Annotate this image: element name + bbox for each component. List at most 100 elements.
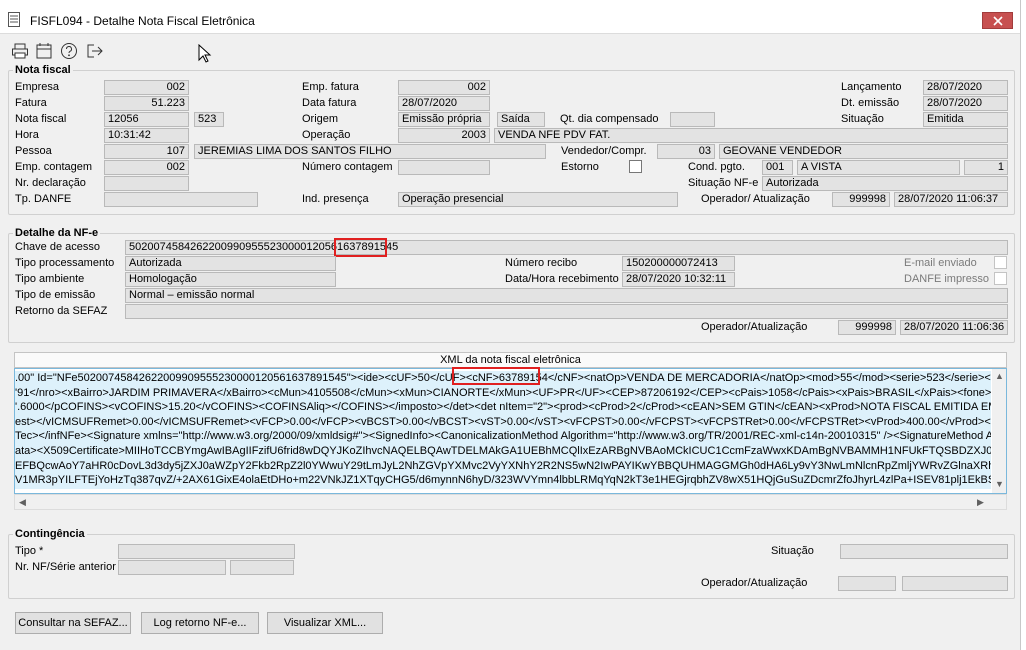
- hora-label: Hora: [15, 129, 39, 141]
- operacao-code-field[interactable]: 2003: [398, 128, 490, 143]
- numero-recibo-field[interactable]: 150200000072413: [622, 256, 735, 271]
- emp-fatura-field[interactable]: 002: [398, 80, 490, 95]
- vendedor-code-field[interactable]: 03: [657, 144, 715, 159]
- pessoa-code-field[interactable]: 107: [104, 144, 189, 159]
- exit-icon[interactable]: [86, 42, 104, 60]
- visualizar-xml-button[interactable]: Visualizar XML...: [267, 612, 383, 634]
- tp-danfe-field[interactable]: [104, 192, 258, 207]
- serie-anterior-field[interactable]: [230, 560, 294, 575]
- xml-line-1a: .00" Id="NFe5020074584262200990955523000…: [15, 372, 466, 384]
- serie-field[interactable]: 523: [194, 112, 224, 127]
- tipo-processamento-field[interactable]: Autorizada: [125, 256, 336, 271]
- chave-label: Chave de acesso: [15, 241, 100, 253]
- data-fatura-field[interactable]: 28/07/2020: [398, 96, 490, 111]
- contingencia-operador-label: Operador/Atualização: [701, 577, 808, 589]
- retorno-field[interactable]: [125, 304, 1008, 319]
- window-title: FISFL094 - Detalhe Nota Fiscal Eletrônic…: [30, 14, 255, 28]
- document-icon: [8, 12, 20, 27]
- origem-field[interactable]: Emissão própria: [398, 112, 490, 127]
- nr-nf-label: Nr. NF/Série anterior: [15, 561, 116, 573]
- emp-contagem-label: Emp. contagem: [15, 161, 93, 173]
- qt-dia-field[interactable]: [670, 112, 715, 127]
- pessoa-name-field[interactable]: JEREMIAS LIMA DOS SANTOS FILHO: [194, 144, 546, 159]
- chave-field[interactable]: 5020074584262200990955523000012056163789…: [125, 240, 1008, 255]
- tipo-field[interactable]: [118, 544, 295, 559]
- help-icon[interactable]: [60, 42, 78, 60]
- close-button[interactable]: [982, 12, 1013, 29]
- detalhe-atualizacao-field[interactable]: 28/07/2020 11:06:36: [900, 320, 1008, 335]
- detalhe-operador-field[interactable]: 999998: [838, 320, 896, 335]
- data-recebimento-field[interactable]: 28/07/2020 10:32:11: [622, 272, 735, 287]
- origem-label: Origem: [302, 113, 339, 125]
- cond-pgto-code-field[interactable]: 001: [762, 160, 793, 175]
- ind-presenca-field[interactable]: Operação presencial: [398, 192, 678, 207]
- scroll-down-icon[interactable]: ▼: [995, 479, 1004, 489]
- nr-declaracao-label: Nr. declaração: [15, 177, 86, 189]
- tipo-processamento-label: Tipo processamento: [15, 257, 115, 269]
- lancamento-label: Lançamento: [841, 81, 902, 93]
- xml-vertical-scrollbar[interactable]: ▲ ▼: [992, 369, 1006, 493]
- title-bar: FISFL094 - Detalhe Nota Fiscal Eletrônic…: [0, 0, 1020, 34]
- emp-contagem-field[interactable]: 002: [104, 160, 189, 175]
- dt-emissao-label: Dt. emissão: [841, 97, 900, 109]
- printer-icon[interactable]: [11, 42, 29, 60]
- email-enviado-checkbox[interactable]: [994, 256, 1007, 269]
- nr-declaracao-field[interactable]: [104, 176, 189, 191]
- mouse-cursor-icon: [198, 44, 212, 63]
- data-recebimento-label: Data/Hora recebimento: [505, 273, 619, 285]
- consultar-sefaz-button[interactable]: Consultar na SEFAZ...: [15, 612, 131, 634]
- hora-field[interactable]: 10:31:42: [104, 128, 189, 143]
- numero-contagem-label: Número contagem: [302, 161, 393, 173]
- danfe-impresso-checkbox[interactable]: [994, 272, 1007, 285]
- operacao-label: Operação: [302, 129, 351, 141]
- estorno-checkbox[interactable]: [629, 160, 642, 173]
- numero-contagem-field[interactable]: [398, 160, 490, 175]
- operacao-desc-field[interactable]: VENDA NFE PDV FAT.: [494, 128, 1008, 143]
- situacao-field[interactable]: Emitida: [923, 112, 1008, 127]
- numero-recibo-label: Número recibo: [505, 257, 578, 269]
- cond-pgto-parc-field[interactable]: 1: [964, 160, 1008, 175]
- nota-fiscal-field[interactable]: 12056: [104, 112, 189, 127]
- ind-presenca-label: Ind. presença: [302, 193, 369, 205]
- xml-textarea[interactable]: .00" Id="NFe5020074584262200990955523000…: [14, 368, 1007, 494]
- scroll-right-icon[interactable]: ▶: [977, 497, 984, 508]
- atualizacao-field[interactable]: 28/07/2020 11:06:37: [894, 192, 1008, 207]
- xml-line: ata><X509Certificate>MIIHoTCCBYmgAwIBAgI…: [15, 444, 991, 457]
- scroll-left-icon[interactable]: ◀: [19, 497, 26, 508]
- log-retorno-button[interactable]: Log retorno NF-e...: [141, 612, 259, 634]
- contingencia-situacao-field[interactable]: [840, 544, 1008, 559]
- tipo-ambiente-field[interactable]: Homologação: [125, 272, 336, 287]
- xml-line-1b: /cNF><natOp>VENDA DE MERCADORIA</natOp><…: [554, 372, 991, 384]
- tipo-label: Tipo *: [15, 545, 44, 557]
- dt-emissao-field[interactable]: 28/07/2020: [923, 96, 1008, 111]
- contingencia-operador-field[interactable]: [838, 576, 896, 591]
- situacao-nfe-label: Situação NF-e: [688, 177, 759, 189]
- xml-line: '91</nro><xBairro>JARDIM PRIMAVERA</xBai…: [15, 386, 991, 399]
- empresa-field[interactable]: 002: [104, 80, 189, 95]
- detalhe-operador-label: Operador/Atualização: [701, 321, 808, 333]
- contingencia-atualizacao-field[interactable]: [902, 576, 1008, 591]
- calendar-icon[interactable]: [35, 42, 53, 60]
- contingencia-title: Contingência: [13, 528, 87, 540]
- vendedor-name-field[interactable]: GEOVANE VENDEDOR: [719, 144, 1008, 159]
- detalhe-nfe-title: Detalhe da NF-e: [13, 227, 101, 239]
- nr-nf-field[interactable]: [118, 560, 226, 575]
- fatura-field[interactable]: 51.223: [104, 96, 189, 111]
- xml-horizontal-scrollbar[interactable]: ◀ ▶: [14, 494, 1007, 510]
- tipo-emissao-field[interactable]: Normal – emissão normal: [125, 288, 1008, 303]
- contingencia-situacao-label: Situação: [771, 545, 814, 557]
- situacao-nfe-field[interactable]: Autorizada: [762, 176, 1008, 191]
- xml-content: .00" Id="NFe5020074584262200990955523000…: [15, 371, 991, 489]
- scroll-up-icon[interactable]: ▲: [995, 371, 1004, 381]
- chave-prefix: 5020074584262200990955523000012056: [129, 241, 338, 253]
- operador-field[interactable]: 999998: [832, 192, 890, 207]
- vendedor-label: Vendedor/Compr.: [561, 145, 647, 157]
- nota-fiscal-label: Nota fiscal: [15, 113, 67, 125]
- tipo-emissao-label: Tipo de emissão: [15, 289, 96, 301]
- origem-tipo-field[interactable]: Saída: [497, 112, 545, 127]
- nota-fiscal-title: Nota fiscal: [13, 64, 73, 76]
- lancamento-field[interactable]: 28/07/2020: [923, 80, 1008, 95]
- close-icon: [993, 16, 1003, 26]
- cond-pgto-desc-field[interactable]: A VISTA: [797, 160, 960, 175]
- chave-highlight-box: [334, 238, 387, 257]
